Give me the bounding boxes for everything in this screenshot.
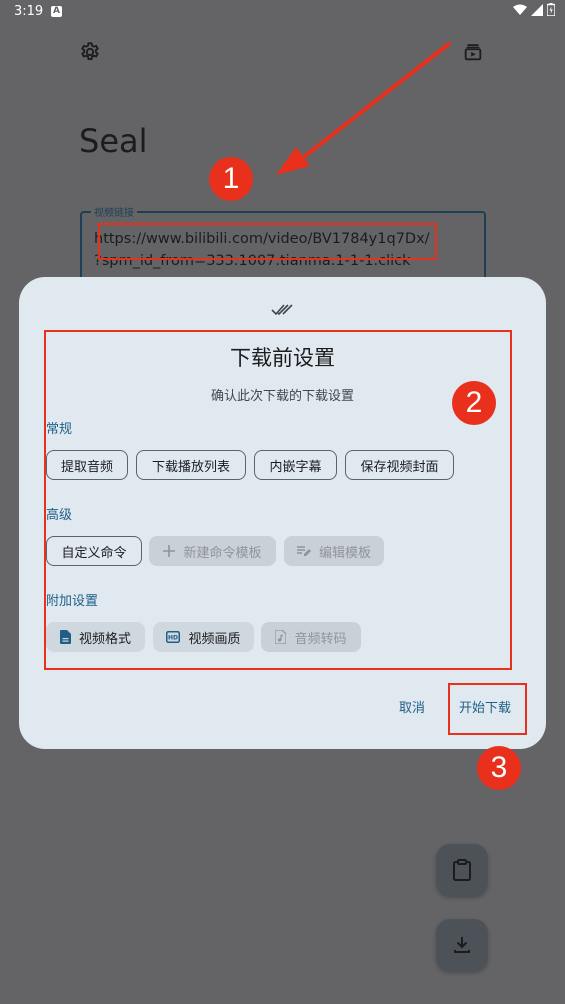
annotation-number-2: 2 <box>452 381 496 425</box>
annotation-settings-box <box>44 330 512 670</box>
annotation-url-box <box>98 223 437 260</box>
annotation-number-3: 3 <box>477 746 521 790</box>
annotation-number-1: 1 <box>209 157 253 201</box>
annotation-start-box <box>448 683 527 735</box>
